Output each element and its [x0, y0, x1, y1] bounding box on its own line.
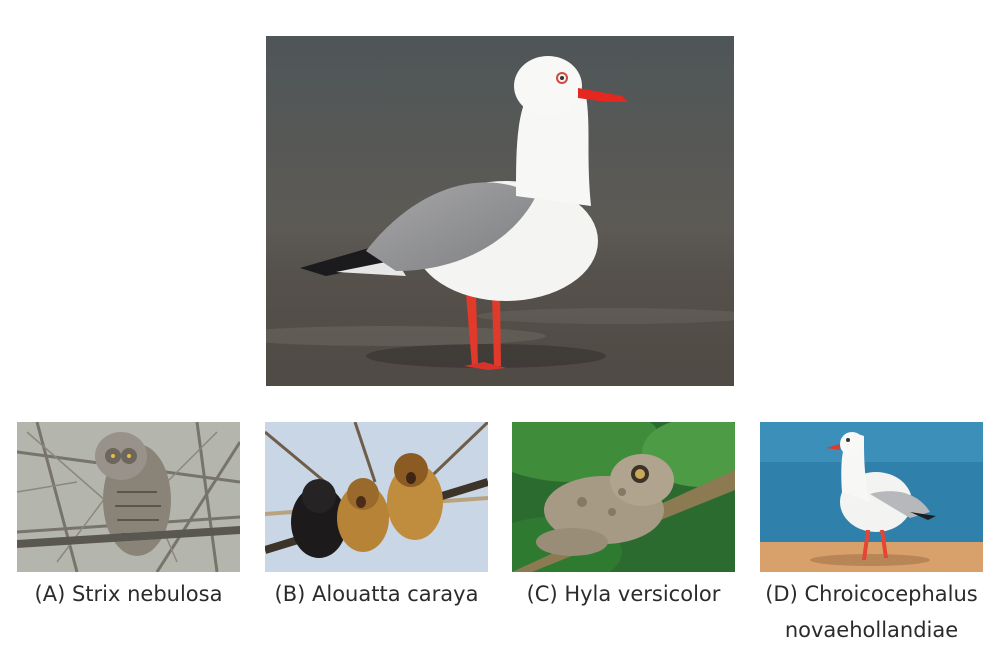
option-d-label: (D) Chroicocephalus novaehollandiae — [765, 582, 978, 642]
option-a[interactable]: (A) Strix nebulosa — [17, 422, 240, 606]
monkey-photo — [265, 422, 488, 572]
option-c-label: (C) Hyla versicolor — [526, 582, 721, 606]
option-c[interactable]: (C) Hyla versicolor — [512, 422, 735, 606]
frog-photo — [512, 422, 735, 572]
option-b-label: (B) Alouatta caraya — [274, 582, 479, 606]
option-a-label: (A) Strix nebulosa — [34, 582, 223, 606]
gull-photo — [760, 422, 983, 572]
option-d[interactable]: (D) Chroicocephalus novaehollandiae — [760, 422, 983, 642]
main-gull-photo — [266, 36, 734, 386]
option-b[interactable]: (B) Alouatta caraya — [265, 422, 488, 606]
owl-photo — [17, 422, 240, 572]
